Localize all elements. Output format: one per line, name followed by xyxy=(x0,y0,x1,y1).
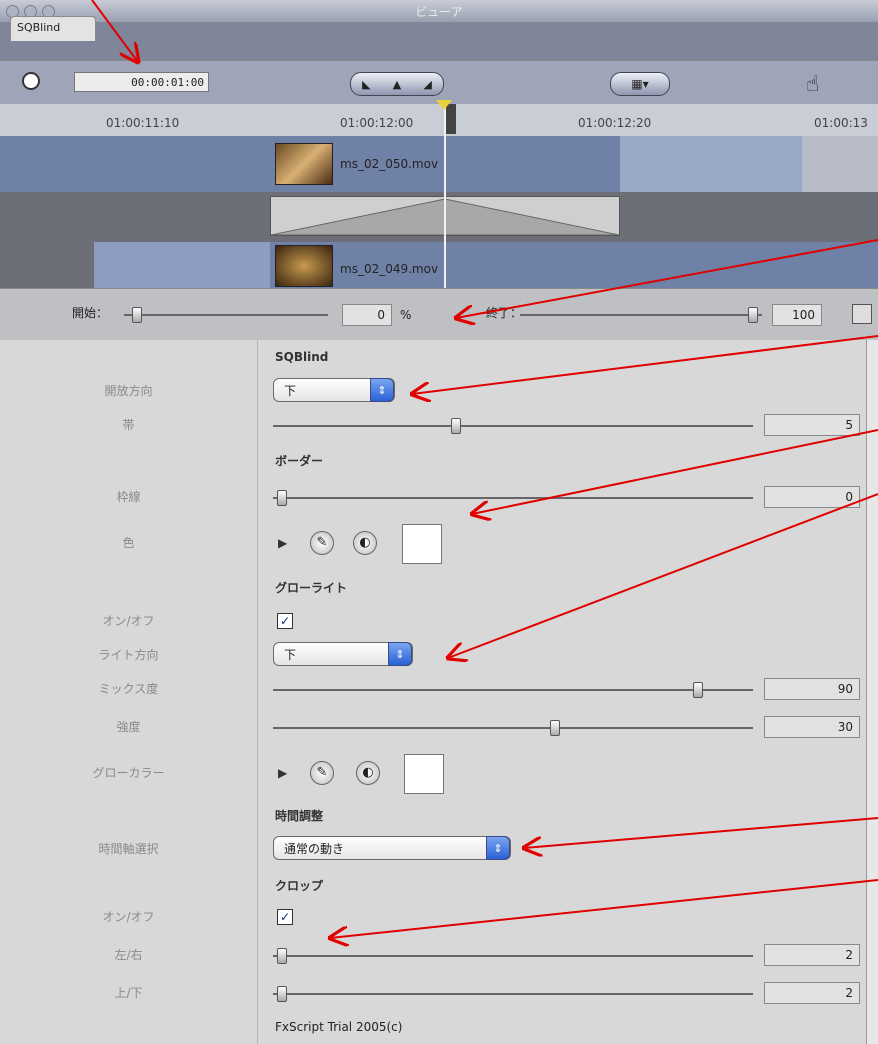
annotation-arrow xyxy=(456,239,878,318)
annotation-arrow xyxy=(330,879,878,938)
annotation-arrow xyxy=(472,429,878,514)
annotation-arrow xyxy=(524,817,878,848)
annotation-arrows-overlay xyxy=(91,0,878,1044)
annotation-arrow xyxy=(412,335,878,394)
annotation-arrow xyxy=(448,493,878,658)
annotation-arrow xyxy=(91,0,138,62)
